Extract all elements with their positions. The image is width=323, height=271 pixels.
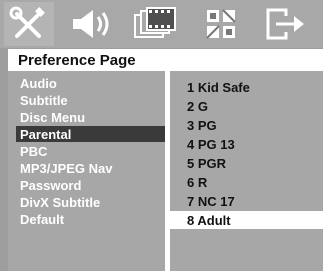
film-icon[interactable]: [130, 2, 180, 46]
page-title: Preference Page: [18, 51, 136, 69]
menu-item-disc-menu[interactable]: Disc Menu: [8, 109, 165, 125]
parental-options-list: 1 Kid Safe 2 G 3 PG 4 PG 13 5 PGR 6 R 7 …: [170, 71, 323, 271]
option-pg-13[interactable]: 4 PG 13: [170, 135, 323, 153]
menu-item-label: Disc Menu: [20, 109, 86, 125]
menu-item-label: Audio: [20, 75, 57, 91]
menu-item-password[interactable]: Password: [8, 177, 165, 193]
option-label: 2 G: [187, 98, 208, 114]
page-title-bar: Preference Page: [8, 49, 323, 71]
menu-item-audio[interactable]: Audio: [8, 75, 165, 91]
option-label: 3 PG: [187, 117, 217, 133]
option-pg[interactable]: 3 PG: [170, 116, 323, 134]
menu-item-label: Password: [20, 177, 82, 193]
settings-icon-bar: [0, 0, 323, 48]
speaker-icon[interactable]: [67, 2, 117, 46]
menu-item-mp3-jpeg-nav[interactable]: MP3/JPEG Nav: [8, 160, 165, 176]
pattern-icon[interactable]: [196, 2, 246, 46]
option-label: 6 R: [187, 174, 208, 190]
option-g[interactable]: 2 G: [170, 97, 323, 115]
option-r[interactable]: 6 R: [170, 173, 323, 191]
menu-item-label: MP3/JPEG Nav: [20, 160, 113, 176]
option-label: 8 Adult: [187, 212, 231, 228]
menu-item-default[interactable]: Default: [8, 211, 165, 227]
option-label: 7 NC 17: [187, 193, 235, 209]
menu-item-subtitle[interactable]: Subtitle: [8, 92, 165, 108]
menu-item-divx-subtitle[interactable]: DivX Subtitle: [8, 194, 165, 210]
option-label: 4 PG 13: [187, 136, 235, 152]
option-label: 1 Kid Safe: [187, 79, 250, 95]
option-kid-safe[interactable]: 1 Kid Safe: [170, 78, 323, 96]
option-nc-17[interactable]: 7 NC 17: [170, 192, 323, 210]
option-label: 5 PGR: [187, 155, 227, 171]
menu-item-label: Subtitle: [20, 92, 68, 108]
menu-item-pbc[interactable]: PBC: [8, 143, 165, 159]
menu-item-label: Default: [20, 211, 65, 227]
menu-item-parental[interactable]: Parental: [16, 126, 165, 142]
exit-icon[interactable]: [260, 2, 310, 46]
tools-icon[interactable]: [4, 2, 54, 46]
option-adult[interactable]: 8 Adult: [170, 211, 323, 229]
settings-menu: Audio Subtitle Disc Menu Parental PBC MP…: [8, 71, 165, 271]
settings-screen: Preference Page Audio Subtitle Disc Menu…: [0, 0, 323, 271]
menu-item-label: Parental: [20, 126, 72, 142]
option-pgr[interactable]: 5 PGR: [170, 154, 323, 172]
menu-item-label: DivX Subtitle: [20, 194, 101, 210]
menu-item-label: PBC: [20, 143, 48, 159]
